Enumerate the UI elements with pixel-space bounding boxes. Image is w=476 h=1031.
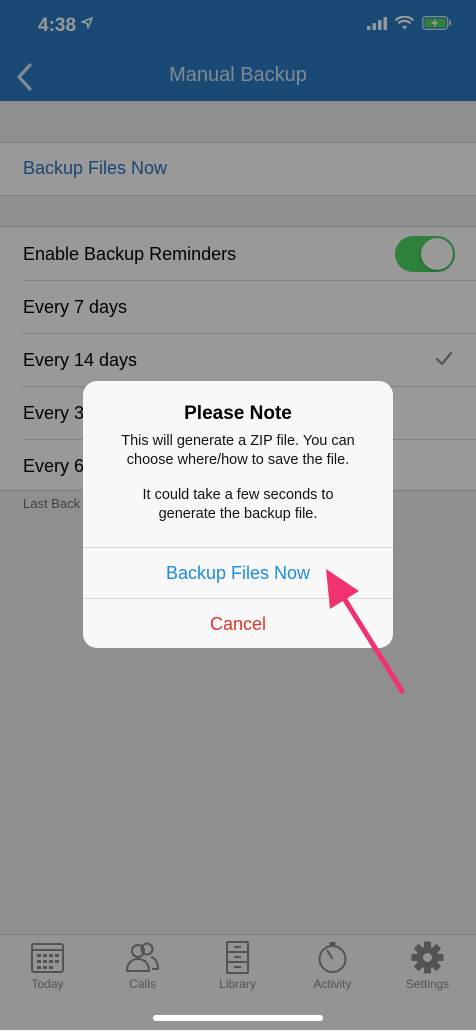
dialog-message-line: This will generate a ZIP file. You can	[121, 433, 355, 449]
annotation-arrow-icon	[326, 569, 405, 694]
home-indicator[interactable]	[153, 1015, 323, 1021]
dialog-message-line: choose where/how to save the file.	[126, 452, 350, 468]
dialog-message-line: generate the backup file.	[158, 506, 318, 522]
app-screen: 4:38 Manual Backup Backup Files Now Enab…	[0, 0, 476, 1031]
dialog-message-line: It could take a few seconds to	[142, 487, 334, 503]
dialog-title: Please Note	[184, 403, 292, 424]
